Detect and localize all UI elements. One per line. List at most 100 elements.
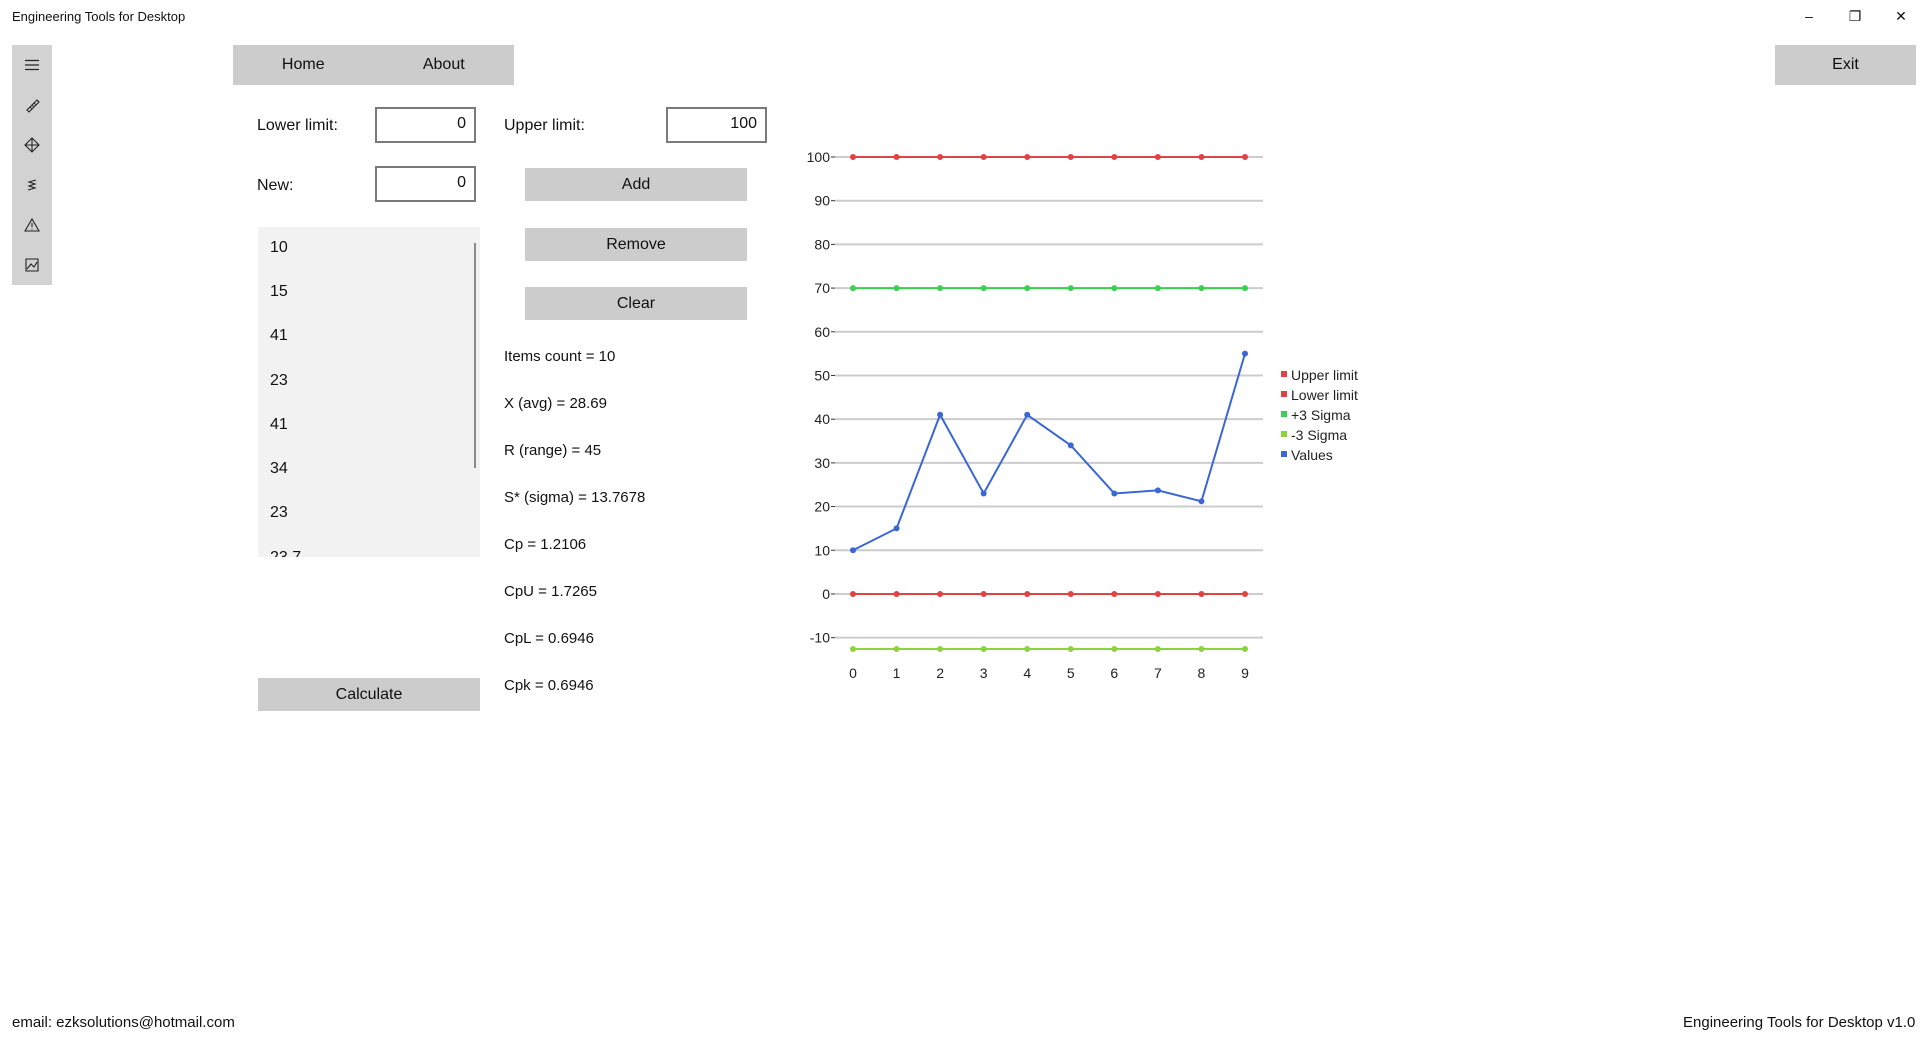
y-tick-label: 90 — [814, 193, 830, 209]
minimize-button[interactable]: – — [1786, 0, 1832, 32]
data-point — [1111, 154, 1118, 160]
data-point — [1154, 646, 1161, 652]
maximize-button[interactable]: ❐ — [1832, 0, 1878, 32]
y-tick-label: 60 — [814, 324, 830, 340]
data-point — [1154, 487, 1161, 494]
data-point — [980, 285, 987, 292]
remove-button[interactable]: Remove — [525, 228, 747, 261]
list-item[interactable]: 41 — [270, 416, 288, 434]
data-point — [1111, 490, 1118, 497]
list-item[interactable]: 23 — [270, 372, 288, 390]
side-rail — [12, 45, 52, 285]
data-point — [893, 154, 900, 160]
exit-button[interactable]: Exit — [1775, 45, 1916, 85]
data-point — [1242, 350, 1248, 357]
legend-label: +3 Sigma — [1291, 407, 1351, 423]
x-tick-label: 7 — [1154, 665, 1162, 681]
diamond-compass-icon — [24, 137, 40, 153]
legend-marker — [1281, 451, 1287, 457]
list-item[interactable]: 10 — [270, 239, 288, 257]
lower-limit-input[interactable]: 0 — [375, 107, 476, 143]
y-tick-label: -10 — [810, 630, 830, 646]
rail-compass-button[interactable] — [12, 125, 52, 165]
home-button[interactable]: Home — [233, 45, 374, 85]
data-point — [850, 590, 856, 597]
data-point — [937, 285, 944, 292]
close-button[interactable]: ✕ — [1878, 0, 1920, 32]
list-item[interactable]: 15 — [270, 283, 288, 301]
y-tick-label: 0 — [822, 586, 830, 602]
x-tick-label: 4 — [1023, 665, 1031, 681]
cpl-text: CpL = 0.6946 — [504, 630, 594, 647]
data-point — [980, 646, 987, 652]
data-point — [1024, 411, 1031, 418]
data-point — [1024, 646, 1031, 652]
add-button[interactable]: Add — [525, 168, 747, 201]
rail-warning-button[interactable] — [12, 205, 52, 245]
about-button[interactable]: About — [374, 45, 515, 85]
data-point — [1067, 646, 1074, 652]
title-bar[interactable]: Engineering Tools for Desktop – ❐ ✕ — [0, 0, 1920, 32]
calculate-button[interactable]: Calculate — [258, 678, 480, 711]
hamburger-menu-icon — [25, 59, 39, 71]
lower-limit-label: Lower limit: — [257, 117, 338, 134]
legend-label: -3 Sigma — [1291, 427, 1347, 443]
minimize-icon: – — [1805, 8, 1813, 24]
close-icon: ✕ — [1895, 7, 1907, 24]
data-point — [980, 590, 987, 597]
data-point — [850, 547, 856, 554]
data-point — [1198, 285, 1205, 292]
data-point — [850, 646, 856, 652]
rail-menu-button[interactable] — [12, 45, 52, 85]
data-point — [980, 490, 987, 497]
data-point — [1242, 646, 1248, 652]
data-point — [1198, 154, 1205, 160]
data-point — [1198, 646, 1205, 652]
values-list[interactable]: 10 15 41 23 41 34 23 23.7 — [258, 227, 480, 557]
data-point — [1067, 442, 1074, 449]
data-point — [1154, 590, 1161, 597]
new-value-input[interactable]: 0 — [375, 166, 476, 202]
cpk-text: Cpk = 0.6946 — [504, 677, 594, 694]
y-tick-label: 50 — [814, 367, 830, 383]
chart-image-icon — [25, 258, 39, 272]
rail-spring-button[interactable] — [12, 165, 52, 205]
list-scrollbar[interactable] — [474, 243, 476, 468]
footer-email: email: ezksolutions@hotmail.com — [12, 1014, 235, 1031]
triangle-warning-icon — [24, 217, 40, 232]
data-point — [1111, 646, 1118, 652]
data-point — [1024, 285, 1031, 292]
legend-marker — [1281, 431, 1287, 437]
data-point — [937, 154, 944, 160]
items-count-text: Items count = 10 — [504, 348, 616, 365]
new-value-label: New: — [257, 177, 294, 194]
data-point — [893, 590, 900, 597]
data-point — [850, 285, 856, 292]
x-tick-label: 6 — [1110, 665, 1118, 681]
y-tick-label: 30 — [814, 455, 830, 471]
data-point — [937, 590, 944, 597]
rail-chart-button[interactable] — [12, 245, 52, 285]
list-item[interactable]: 34 — [270, 460, 288, 478]
list-item[interactable]: 23.7 — [270, 549, 301, 557]
data-point — [1242, 590, 1248, 597]
ruler-icon — [26, 99, 40, 113]
rail-ruler-button[interactable] — [12, 85, 52, 125]
list-item[interactable]: 41 — [270, 327, 288, 345]
data-point — [1067, 285, 1074, 292]
x-tick-label: 5 — [1067, 665, 1075, 681]
x-tick-label: 9 — [1241, 665, 1249, 681]
control-chart: 1009080706050403020100-100 1 2 3 4 5 6 7 8 9Upper… — [807, 149, 1358, 681]
series-line — [852, 353, 1246, 552]
data-point — [1111, 590, 1118, 597]
average-text: X (avg) = 28.69 — [504, 395, 607, 412]
upper-limit-input[interactable]: 100 — [666, 107, 767, 143]
data-point — [1024, 590, 1031, 597]
data-point — [1198, 590, 1205, 597]
data-point — [893, 525, 900, 532]
clear-button[interactable]: Clear — [525, 287, 747, 320]
x-tick-label: 2 — [936, 665, 944, 681]
data-point — [937, 411, 944, 418]
list-item[interactable]: 23 — [270, 504, 288, 522]
data-point — [893, 646, 900, 652]
